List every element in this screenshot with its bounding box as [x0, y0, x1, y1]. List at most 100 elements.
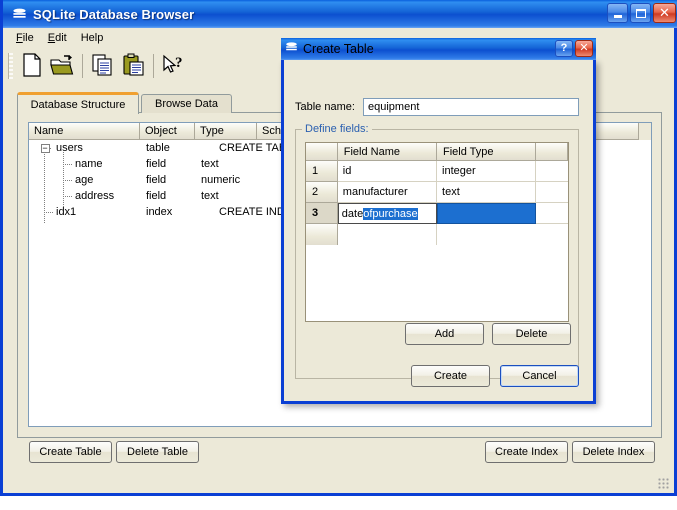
new-database-icon [21, 52, 43, 80]
tab-browse-data[interactable]: Browse Data [141, 94, 232, 113]
tab-database-structure[interactable]: Database Structure [17, 92, 139, 114]
tree-label-name: age [75, 174, 94, 186]
field-row-empty[interactable] [306, 224, 568, 245]
menu-file[interactable]: File [9, 30, 41, 46]
delete-index-button[interactable]: Delete Index [572, 441, 655, 463]
fields-grid-header: Field Name Field Type [306, 143, 568, 161]
create-button[interactable]: Create [411, 365, 490, 387]
tree-label-type: text [201, 190, 219, 202]
dialog-title: Create Table [303, 42, 374, 56]
column-header-field-type[interactable]: Field Type [436, 143, 537, 161]
delete-table-button[interactable]: Delete Table [116, 441, 199, 463]
field-name-cell-empty[interactable] [337, 224, 438, 245]
column-header-name[interactable]: Name [29, 123, 140, 140]
help-button[interactable]: ? [555, 40, 573, 57]
open-database-button[interactable] [47, 51, 77, 81]
tree-label-schema: CREATE TAB [219, 142, 287, 154]
window-titlebar[interactable]: SQLite Database Browser ✕ [3, 0, 677, 28]
create-table-dialog: Create Table ? ✕ Table name: equipment D… [281, 38, 596, 404]
copy-button[interactable] [88, 51, 118, 81]
menu-help[interactable]: Help [74, 30, 111, 46]
create-index-button[interactable]: Create Index [485, 441, 568, 463]
copy-icon [91, 53, 115, 80]
toolbar-separator [82, 54, 83, 78]
close-icon: ✕ [659, 5, 670, 20]
whats-this-icon: ? [161, 53, 187, 80]
dialog-close-button[interactable]: ✕ [575, 40, 593, 57]
collapse-icon: − [40, 142, 50, 153]
close-icon: ✕ [579, 42, 589, 54]
database-icon [8, 0, 30, 28]
field-row-filler [536, 182, 568, 203]
tree-label-type: text [201, 158, 219, 170]
dialog-window-controls: ? ✕ [555, 40, 593, 57]
column-header-type[interactable]: Type [195, 123, 257, 140]
field-row[interactable]: 3 date ofpurchase [306, 203, 568, 224]
tree-line-h-age [63, 180, 72, 181]
row-number: 2 [306, 182, 338, 203]
row-number-empty [306, 224, 338, 245]
column-header-field-name[interactable]: Field Name [337, 143, 437, 161]
new-database-button[interactable] [17, 51, 47, 81]
tab-database-structure-label: Database Structure [30, 98, 126, 111]
field-type-cell[interactable]: text [437, 182, 537, 203]
field-name-cell[interactable]: manufacturer [337, 182, 438, 203]
tree-label-schema: CREATE IND [219, 206, 285, 218]
field-type-cell[interactable] [437, 203, 537, 224]
field-type-cell-empty[interactable] [437, 224, 537, 245]
tree-label-type: numeric [201, 174, 241, 186]
row-number: 1 [306, 161, 338, 182]
whats-this-button[interactable]: ? [159, 51, 189, 81]
tab-browse-data-label: Browse Data [155, 98, 218, 110]
field-row-filler [536, 203, 568, 224]
minimize-icon [613, 14, 622, 18]
dialog-titlebar[interactable]: Create Table ? ✕ [281, 38, 596, 60]
field-row-filler [536, 224, 568, 245]
field-row[interactable]: 1 id integer [306, 161, 568, 182]
svg-text:?: ? [175, 55, 183, 71]
tree-label-name: name [75, 158, 103, 170]
row-number: 3 [306, 203, 338, 224]
create-table-button[interactable]: Create Table [29, 441, 112, 463]
add-field-button[interactable]: Add [405, 323, 484, 345]
question-mark-icon: ? [560, 42, 568, 54]
tree-label-object: table [146, 142, 170, 154]
paste-button[interactable] [118, 51, 148, 81]
window-title: SQLite Database Browser [33, 6, 195, 22]
delete-field-button[interactable]: Delete [492, 323, 571, 345]
resize-grip[interactable] [658, 478, 670, 490]
grid-corner-header [306, 143, 338, 161]
paste-icon [122, 53, 145, 80]
tree-expander-users[interactable]: − [40, 140, 50, 156]
field-name-cell[interactable]: id [337, 161, 438, 182]
minimize-button[interactable] [607, 3, 628, 23]
table-name-input[interactable]: equipment [363, 98, 579, 116]
field-name-editor-selection: ofpurchase [363, 207, 418, 220]
tree-label-name: address [75, 190, 115, 202]
menu-edit[interactable]: Edit [41, 30, 74, 46]
table-name-label: Table name: [295, 101, 355, 113]
cancel-button[interactable]: Cancel [500, 365, 579, 387]
window-controls: ✕ [607, 3, 676, 23]
fields-grid[interactable]: Field Name Field Type 1 id integer 2 man… [305, 142, 569, 322]
tree-label-object: index [146, 206, 173, 218]
tree-label-object: field [146, 174, 167, 186]
field-row[interactable]: 2 manufacturer text [306, 182, 568, 203]
open-database-icon [50, 53, 74, 80]
maximize-button[interactable] [630, 3, 651, 23]
field-name-editor[interactable]: date ofpurchase [337, 203, 437, 224]
maximize-icon [635, 8, 646, 18]
define-fields-label: Define fields: [302, 123, 372, 135]
tree-line-h-name [63, 164, 72, 165]
field-type-cell[interactable]: integer [437, 161, 537, 182]
close-button[interactable]: ✕ [653, 3, 676, 23]
toolbar-grip[interactable] [8, 53, 13, 79]
tree-line-h-idx1 [44, 212, 53, 213]
tree-label-name: idx1 [56, 206, 77, 218]
tree-label-object: field [146, 190, 167, 202]
tree-line-vertical-root [44, 152, 45, 224]
field-name-editor-text: date [341, 207, 364, 220]
database-icon [285, 41, 303, 57]
toolbar-separator-2 [153, 54, 154, 78]
column-header-object[interactable]: Object [140, 123, 195, 140]
